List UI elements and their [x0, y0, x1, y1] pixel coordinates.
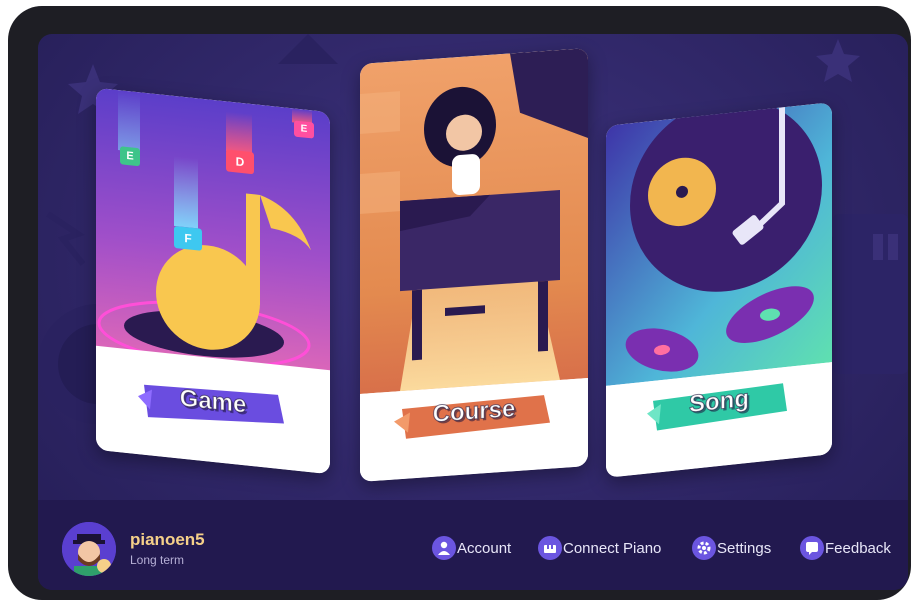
note-key-f: F [174, 225, 202, 251]
course-label: Course [432, 395, 516, 429]
note-key-d: D [226, 149, 254, 175]
account-icon [432, 536, 456, 560]
settings-button[interactable]: Settings [692, 535, 771, 561]
plan-label: Long term [130, 553, 185, 567]
feedback-button[interactable]: Feedback [800, 535, 891, 561]
course-card[interactable]: Course [360, 48, 588, 482]
username: pianoen5 [130, 530, 205, 549]
account-label: Account [457, 539, 512, 557]
avatar-image [62, 522, 116, 576]
tablet-frame: E D F E Game Course Song pianoen5 Long t… [8, 6, 911, 600]
game-card[interactable]: E D F E Game [96, 87, 330, 475]
avatar[interactable] [62, 522, 116, 576]
app-screen: E D F E Game Course Song pianoen5 Long t… [38, 34, 908, 590]
song-card[interactable]: Song [606, 102, 832, 478]
note-key-e2: E [294, 120, 314, 139]
feedback-icon [800, 536, 824, 560]
note-key-e1: E [120, 146, 140, 167]
connect-piano-button[interactable]: Connect Piano [538, 535, 661, 561]
settings-label: Settings [717, 539, 772, 557]
feedback-label: Feedback [825, 539, 891, 557]
connect-piano-icon [538, 536, 562, 560]
settings-icon [692, 536, 716, 560]
connect-piano-label: Connect Piano [563, 539, 662, 557]
account-button[interactable]: Account [432, 535, 511, 561]
